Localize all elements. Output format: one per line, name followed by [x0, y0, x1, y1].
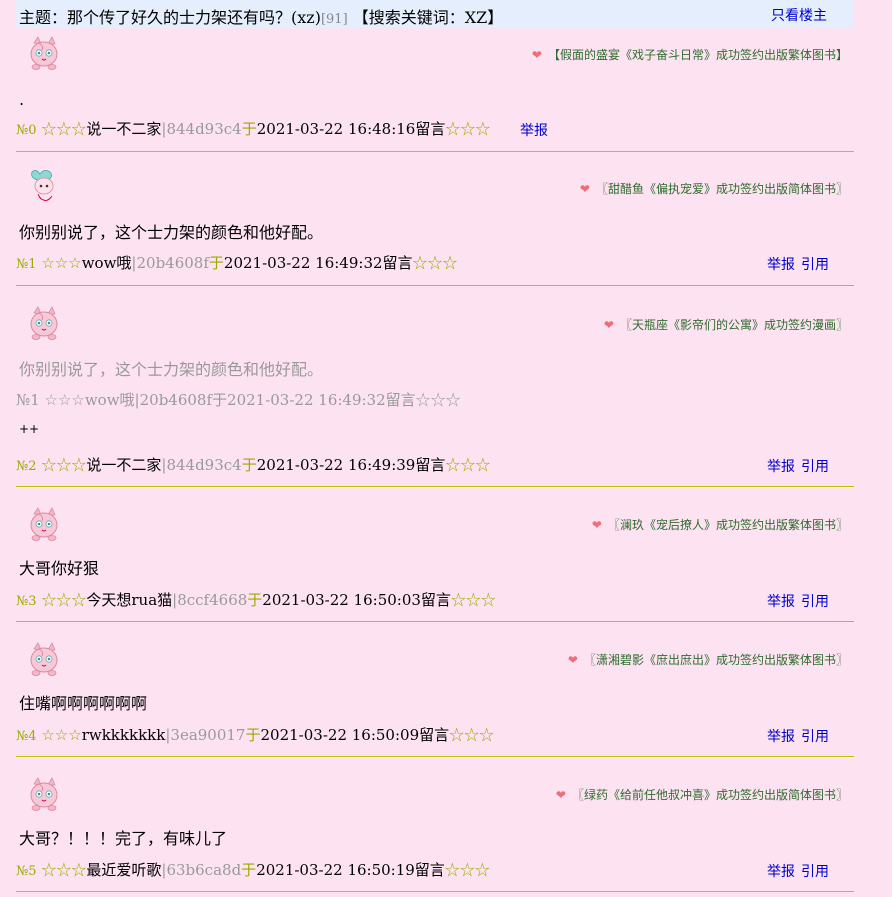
report-button[interactable]: 举报: [767, 459, 795, 475]
quote-button[interactable]: 引用: [801, 459, 829, 475]
report-button[interactable]: 举报: [520, 123, 548, 139]
post-actions: 举报: [514, 120, 548, 140]
topic-subject: 主题：那个传了好久的士力架还有吗？(xz)[91] 【搜索关键词：XZ】: [19, 4, 503, 28]
post-meta: №2 ☆☆☆说一不二家|844d93c4于2021-03-22 16:49:39…: [16, 456, 491, 474]
report-button[interactable]: 举报: [767, 864, 795, 880]
report-button[interactable]: 举报: [767, 257, 795, 273]
post-content: 住嘴啊啊啊啊啊啊: [19, 694, 148, 713]
avatar: [24, 640, 64, 680]
topic-label: 主题：: [19, 8, 68, 27]
avatar: [24, 304, 64, 344]
signature: ❤ 〖澜玖《宠后撩人》成功签约出版繁体图书〗: [591, 518, 848, 532]
topic-bar: 主题：那个传了好久的士力架还有吗？(xz)[91] 【搜索关键词：XZ】 只看楼…: [16, 0, 854, 28]
heart-icon: ❤: [603, 318, 614, 332]
quote-button[interactable]: 引用: [801, 594, 829, 610]
heart-icon: ❤: [531, 48, 542, 62]
divider: [16, 891, 854, 892]
post-actions: 举报 引用: [761, 456, 829, 476]
quoted-meta: №1 ☆☆☆wow哦|20b4608f于2021-03-22 16:49:32留…: [16, 391, 461, 409]
post-meta: №3 ☆☆☆今天想rua猫|8ccf4668于2021-03-22 16:50:…: [16, 591, 496, 609]
avatar: [24, 34, 64, 74]
post-content: .: [19, 90, 25, 109]
avatar: [24, 775, 64, 815]
heart-icon: ❤: [567, 653, 578, 667]
signature: ❤ 〖甜醋鱼《偏执宠爱》成功签约出版简体图书〗: [579, 182, 848, 196]
heart-icon: ❤: [591, 518, 602, 532]
only-op-link[interactable]: 只看楼主: [771, 5, 827, 25]
heart-icon: ❤: [579, 182, 590, 196]
post-2: ❤ 〖天瓶座《影帝们的公寓》成功签约漫画〗 你别别说了，这个士力架的颜色和他好配。…: [16, 286, 854, 487]
post-0: ❤ 【假面的盛宴《戏子奋斗日常》成功签约出版繁体图书】 . №0 ☆☆☆说一不二家…: [16, 28, 854, 152]
post-meta: №4 ☆☆☆rwkkkkkkk|3ea90017于2021-03-22 16:5…: [16, 726, 495, 744]
topic-title: 那个传了好久的士力架还有吗？(xz): [67, 8, 321, 27]
post-content: 大哥你好狠: [19, 559, 100, 578]
report-button[interactable]: 举报: [767, 729, 795, 745]
post-actions: 举报 引用: [761, 861, 829, 881]
post-meta: №5 ☆☆☆最近爱听歌|63b6ca8d于2021-03-22 16:50:19…: [16, 861, 490, 879]
quote-button[interactable]: 引用: [801, 864, 829, 880]
post-meta: №0 ☆☆☆说一不二家|844d93c4于2021-03-22 16:48:16…: [16, 120, 491, 138]
post-actions: 举报 引用: [761, 726, 829, 746]
quote-button[interactable]: 引用: [801, 257, 829, 273]
signature: ❤ 〖潇湘碧影《庶出庶出》成功签约出版繁体图书〗: [567, 653, 848, 667]
post-content: 你别别说了，这个士力架的颜色和他好配。: [19, 223, 324, 242]
signature: ❤ 〖天瓶座《影帝们的公寓》成功签约漫画〗: [603, 318, 848, 332]
post-3: ❤ 〖澜玖《宠后撩人》成功签约出版繁体图书〗 大哥你好狠 №3 ☆☆☆今天想rua…: [16, 487, 854, 622]
post-actions: 举报 引用: [761, 591, 829, 611]
heart-icon: ❤: [555, 788, 566, 802]
reply-count: [91]: [320, 12, 348, 27]
report-button[interactable]: 举报: [767, 594, 795, 610]
post-meta: №1 ☆☆☆wow哦|20b4608f于2021-03-22 16:49:32留…: [16, 254, 458, 272]
post-content: 大哥？！！！完了，有味儿了: [19, 829, 228, 848]
post-1: ❤ 〖甜醋鱼《偏执宠爱》成功签约出版简体图书〗 你别别说了，这个士力架的颜色和他好…: [16, 152, 854, 286]
quote-button[interactable]: 引用: [801, 729, 829, 745]
quoted-content: 你别别说了，这个士力架的颜色和他好配。: [19, 360, 324, 379]
signature: ❤ 〖绿药《给前任他叔冲喜》成功签约出版简体图书〗: [555, 788, 848, 802]
signature: ❤ 【假面的盛宴《戏子奋斗日常》成功签约出版繁体图书】: [531, 48, 848, 62]
search-keyword: 【搜索关键词：XZ】: [352, 8, 504, 27]
avatar: [24, 505, 64, 545]
post-actions: 举报 引用: [761, 254, 829, 274]
post-4: ❤ 〖潇湘碧影《庶出庶出》成功签约出版繁体图书〗 住嘴啊啊啊啊啊啊 №4 ☆☆☆r…: [16, 622, 854, 757]
post-5: ❤ 〖绿药《给前任他叔冲喜》成功签约出版简体图书〗 大哥？！！！完了，有味儿了 №…: [16, 757, 854, 897]
avatar: [24, 166, 64, 206]
post-content: ++: [19, 422, 40, 436]
